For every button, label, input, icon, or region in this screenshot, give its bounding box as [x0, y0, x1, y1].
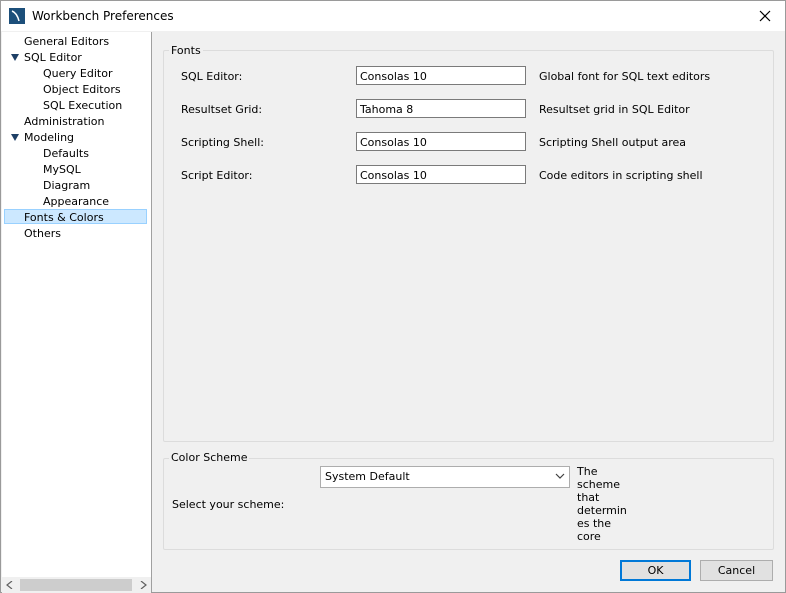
scripting-shell-font-input[interactable]: Consolas 10: [356, 132, 526, 151]
scripting-shell-font-label: Scripting Shell:: [181, 136, 264, 149]
resultset-grid-font-label: Resultset Grid:: [181, 103, 263, 116]
close-button[interactable]: [745, 1, 785, 31]
preferences-tree: General Editors SQL Editor Query Editor …: [2, 32, 152, 593]
resultset-grid-font-input[interactable]: Tahoma 8: [356, 99, 526, 118]
tree-item-query-editor[interactable]: Query Editor: [43, 66, 112, 81]
sql-editor-font-input[interactable]: Consolas 10: [356, 66, 526, 85]
tree-item-others[interactable]: Others: [24, 226, 61, 241]
sql-editor-font-label: SQL Editor:: [181, 70, 243, 83]
scheme-select[interactable]: System Default: [320, 466, 570, 488]
tree-item-fonts-colors[interactable]: Fonts & Colors: [4, 209, 147, 224]
mysql-workbench-icon: [9, 8, 25, 24]
ok-button[interactable]: OK: [620, 560, 691, 581]
window-title: Workbench Preferences: [32, 9, 174, 23]
tree-item-administration[interactable]: Administration: [24, 114, 105, 129]
scroll-right-icon[interactable]: [140, 581, 147, 589]
tree-item-diagram[interactable]: Diagram: [43, 178, 90, 193]
expand-arrow-icon[interactable]: [11, 54, 19, 61]
scroll-left-icon[interactable]: [6, 581, 13, 589]
scripting-shell-font-desc: Scripting Shell output area: [539, 136, 687, 149]
scheme-selected-value: System Default: [325, 470, 410, 483]
scrollbar-thumb[interactable]: [20, 579, 132, 591]
horizontal-scrollbar[interactable]: [2, 577, 151, 593]
script-editor-font-desc: Code editors in scripting shell: [539, 169, 703, 182]
sql-editor-font-desc: Global font for SQL text editors: [539, 70, 711, 83]
tree-item-sql-execution[interactable]: SQL Execution: [43, 98, 122, 113]
title-bar: Workbench Preferences: [1, 1, 785, 31]
close-icon: [759, 10, 771, 22]
cancel-button[interactable]: Cancel: [700, 560, 773, 581]
resultset-grid-font-desc: Resultset grid in SQL Editor: [539, 103, 690, 116]
preferences-window: Workbench Preferences General Editors SQ…: [0, 0, 786, 593]
script-editor-font-label: Script Editor:: [181, 169, 253, 182]
tree-item-modeling[interactable]: Modeling: [24, 130, 74, 145]
chevron-down-icon: [555, 473, 565, 479]
tree-item-defaults[interactable]: Defaults: [43, 146, 89, 161]
fonts-group-title: Fonts: [169, 44, 203, 57]
tree-item-sql-editor[interactable]: SQL Editor: [24, 50, 82, 65]
tree-item-mysql[interactable]: MySQL: [43, 162, 81, 177]
scheme-label: Select your scheme:: [172, 498, 285, 511]
tree-item-general-editors[interactable]: General Editors: [24, 34, 109, 49]
color-scheme-group-title: Color Scheme: [169, 451, 250, 464]
expand-arrow-icon[interactable]: [11, 134, 19, 141]
tree-item-object-editors[interactable]: Object Editors: [43, 82, 121, 97]
scheme-description: The scheme that determines the core: [577, 465, 627, 543]
tree-item-appearance[interactable]: Appearance: [43, 194, 109, 209]
script-editor-font-input[interactable]: Consolas 10: [356, 165, 526, 184]
